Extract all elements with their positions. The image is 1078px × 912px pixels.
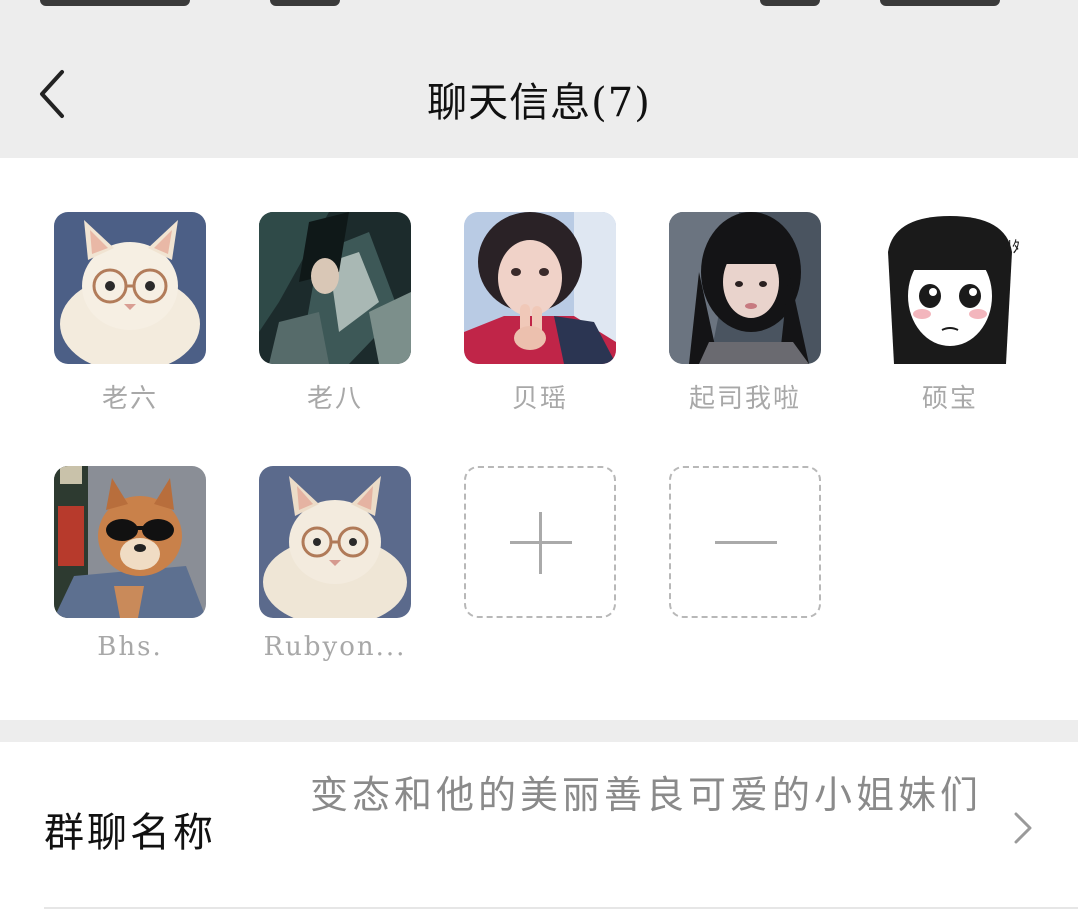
group-name-label: 群聊名称 [44,810,216,856]
member-item[interactable]: 老六 [54,212,208,415]
member-name: Rubyon... [263,632,407,662]
chevron-right-icon [1014,812,1032,844]
white-cat-glasses-avatar [54,212,206,364]
member-item[interactable]: Rubyon... [259,466,413,662]
status-bar [0,0,1078,14]
member-item[interactable]: 老八 [259,212,413,415]
member-name: 老六 [101,384,158,414]
manga-girl-avatar: ﾘﾀ [874,212,1026,364]
member-name: 硕宝 [921,384,978,414]
group-name-row[interactable]: 群聊名称 变态和他的美丽善良可爱的小姐妹们 [0,742,1078,912]
white-cat-glasses-avatar [259,466,411,618]
anime-character-dark-avatar [259,212,411,364]
member-name: Bhs. [97,632,163,662]
member-item[interactable]: 贝瑶 [464,212,618,415]
girl-peace-sign-avatar [464,212,616,364]
member-name: 贝瑶 [511,384,568,414]
page-title: 聊天信息(7) [427,80,651,126]
divider [44,907,1078,909]
dog-sunglasses-avatar [54,466,206,618]
minus-icon [669,466,821,618]
member-grid: 老六 老八 贝瑶 起司我啦 ﾘﾀ 硕宝 Bhs. Rubyon... [0,158,1078,720]
nav-bar: 聊天信息(7) [0,14,1078,158]
plus-icon [464,466,616,618]
member-item[interactable]: 起司我啦 [669,212,823,415]
member-name: 老八 [306,384,363,414]
member-name: 起司我啦 [688,384,801,414]
section-separator [0,720,1078,742]
remove-member-button[interactable] [669,466,823,618]
member-item[interactable]: ﾘﾀ 硕宝 [874,212,1028,415]
girl-long-hair-avatar [669,212,821,364]
group-name-value: 变态和他的美丽善良可爱的小姐妹们 [309,773,982,817]
svg-text:ﾘﾀ: ﾘﾀ [1004,237,1020,256]
member-item[interactable]: Bhs. [54,466,208,662]
add-member-button[interactable] [464,466,618,618]
